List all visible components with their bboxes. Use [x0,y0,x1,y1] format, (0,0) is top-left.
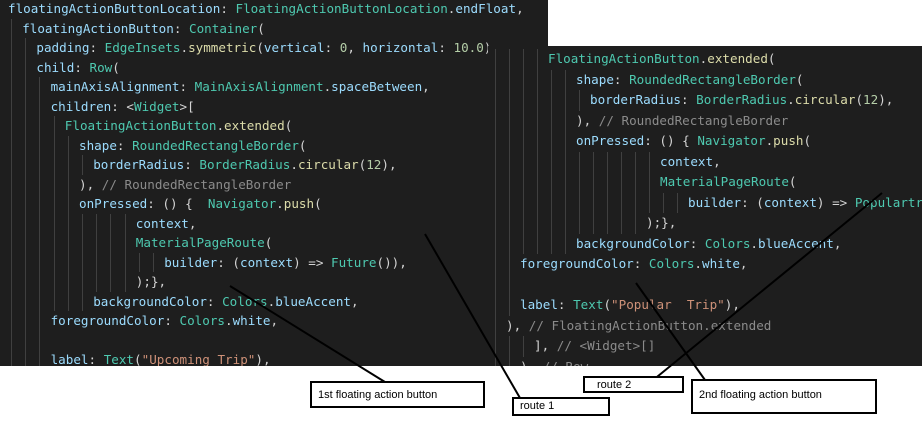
arrow-first-fab [229,285,386,383]
annotation-route-1: route 1 [512,397,610,416]
annotation-label: 1st floating action button [318,389,438,401]
annotation-label: route 2 [597,379,632,391]
annotation-label: 2nd floating action button [699,389,822,401]
annotation-label: route 1 [520,400,555,412]
arrow-route-1 [424,233,521,399]
annotation-arrows [229,192,883,399]
annotation-route-2: route 2 [583,376,684,393]
annotation-first-fab: 1st floating action button [310,381,485,408]
annotation-second-fab: 2nd floating action button [691,379,877,414]
